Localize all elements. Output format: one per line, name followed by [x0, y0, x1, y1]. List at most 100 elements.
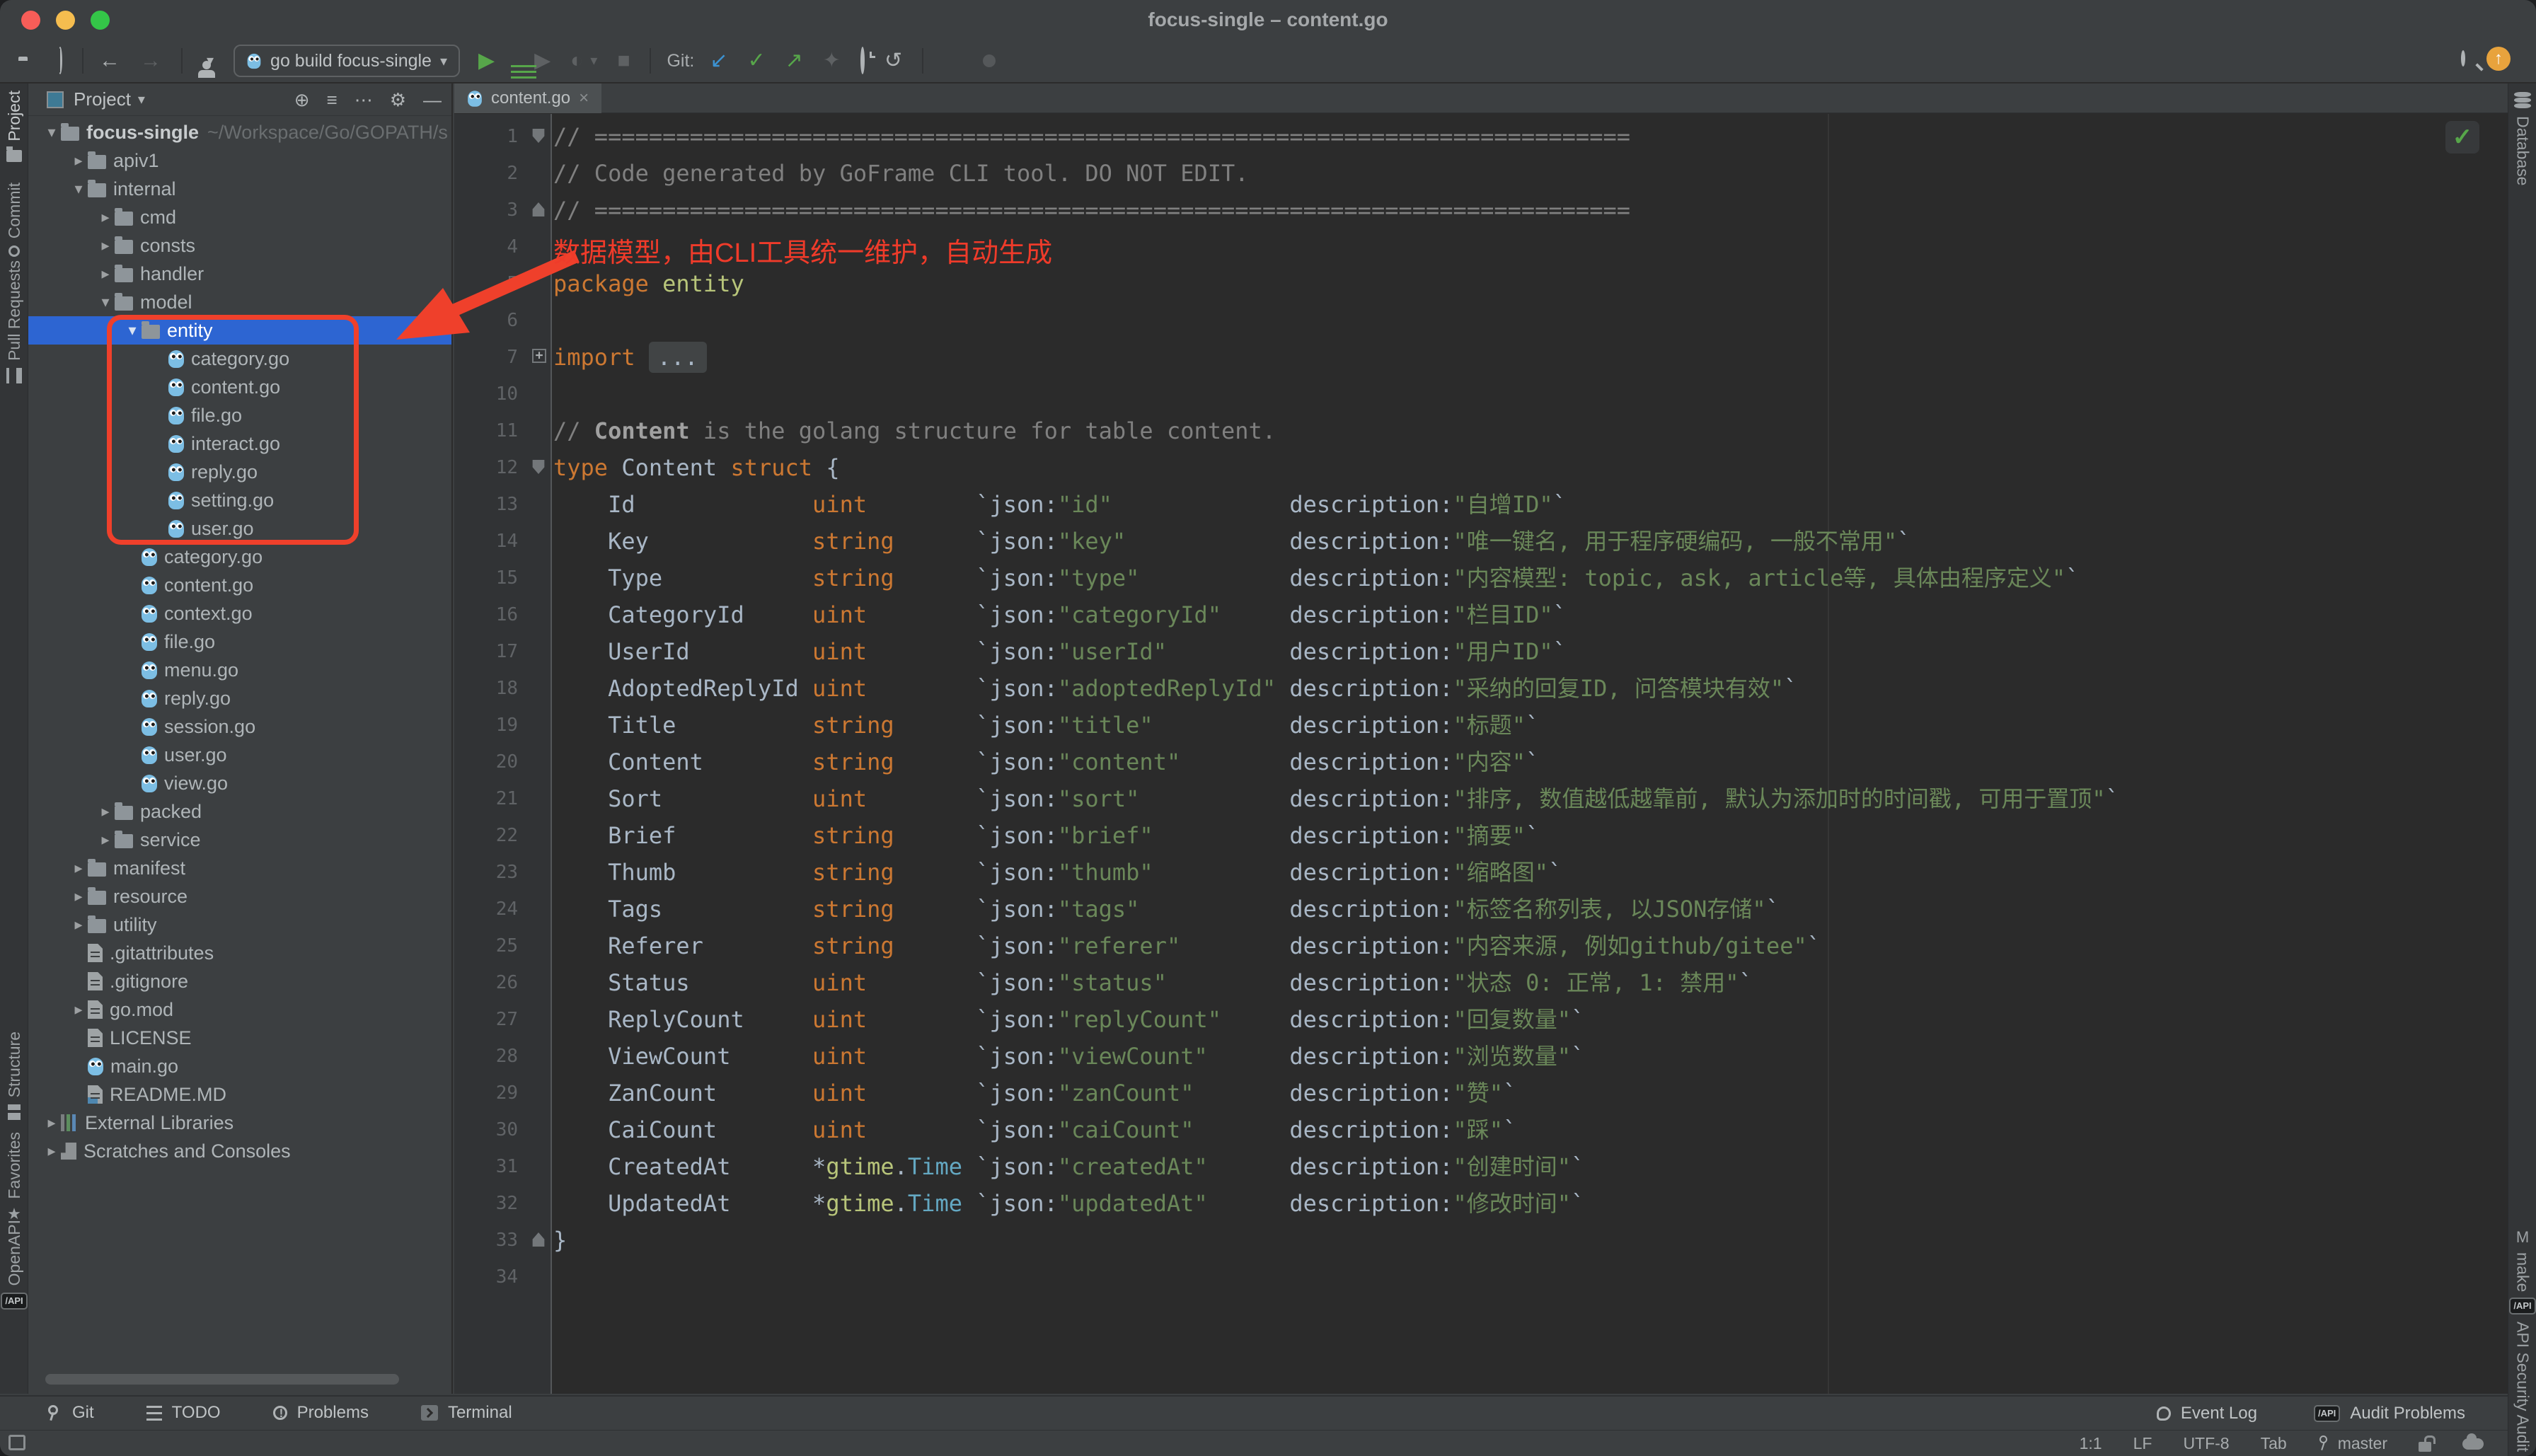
tree-item-category-go[interactable]: category.go — [28, 543, 451, 571]
chevron-expanded-icon[interactable]: ▾ — [123, 321, 142, 340]
tree-item-content-go[interactable]: content.go — [28, 373, 451, 401]
line-number[interactable]: 26 — [454, 964, 551, 1001]
line-number[interactable]: 6 — [454, 302, 551, 339]
editor-gutter[interactable]: 1234567101112131415161718192021222324252… — [454, 114, 552, 1394]
run-coverage-icon[interactable]: ▶ — [534, 50, 551, 71]
toolwindow-button-todo[interactable]: TODO — [146, 1403, 221, 1423]
toolwindow-button-event-log[interactable]: Event Log — [2157, 1404, 2257, 1423]
line-number[interactable]: 14 — [454, 523, 551, 560]
tree-item-cmd[interactable]: ▸cmd — [28, 203, 451, 231]
git-history-icon[interactable] — [860, 50, 865, 71]
indent-style[interactable]: Tab — [2261, 1434, 2287, 1453]
toolwindow-button-audit-problems[interactable]: /APIAudit Problems — [2314, 1404, 2465, 1423]
tree-item-session-go[interactable]: session.go — [28, 712, 451, 741]
line-number[interactable]: 25 — [454, 928, 551, 964]
inspections-ok-icon[interactable]: ✓ — [2445, 121, 2479, 154]
code-line[interactable]: // =====================================… — [553, 192, 2508, 229]
line-number[interactable]: 13 — [454, 486, 551, 523]
tree-item-reply-go[interactable]: reply.go — [28, 684, 451, 712]
tool-stripe-pull-requests[interactable]: Pull Requests — [0, 260, 28, 383]
chevron-down-icon[interactable]: ▾ — [138, 91, 145, 108]
tree-item-consts[interactable]: ▸consts — [28, 231, 451, 260]
git-update-icon[interactable]: ↙ — [710, 50, 727, 71]
fold-marker-icon[interactable] — [531, 460, 546, 474]
run-button[interactable]: ▶ — [478, 50, 495, 71]
code-line[interactable]: import ... — [553, 339, 2508, 376]
code-line[interactable] — [553, 376, 2508, 412]
tree-item-view-go[interactable]: view.go — [28, 769, 451, 797]
tool-stripe-favorites[interactable]: Favorites★ — [0, 1132, 28, 1222]
code-line[interactable]: ReplyCount uint `json:"replyCount" descr… — [553, 1001, 2508, 1038]
tree-item-internal[interactable]: ▾internal — [28, 175, 451, 203]
tree-item-interact-go[interactable]: interact.go — [28, 429, 451, 458]
line-number[interactable]: 22 — [454, 817, 551, 854]
git-push-icon[interactable]: ↗ — [785, 50, 803, 71]
fold-marker-icon[interactable] — [531, 202, 546, 216]
code-line[interactable]: // Content is the golang structure for t… — [553, 412, 2508, 449]
file-encoding[interactable]: UTF-8 — [2183, 1434, 2229, 1453]
tree-item-user-go[interactable]: user.go — [28, 514, 451, 543]
stop-button[interactable]: ■ — [617, 50, 630, 71]
chevron-expanded-icon[interactable]: ▾ — [42, 123, 61, 141]
fold-marker-icon[interactable] — [531, 129, 546, 143]
line-number[interactable]: 16 — [454, 596, 551, 633]
git-rollback-icon[interactable]: ↺ — [884, 50, 902, 71]
chevron-expanded-icon[interactable]: ▾ — [69, 180, 88, 198]
tree-item-file-go[interactable]: file.go — [28, 628, 451, 656]
line-number[interactable]: 34 — [454, 1259, 551, 1295]
code-line[interactable] — [553, 302, 2508, 339]
toolwindow-button-git[interactable]: Git — [45, 1403, 94, 1423]
editor-body[interactable]: 1234567101112131415161718192021222324252… — [454, 114, 2508, 1394]
tree-item-focus-single[interactable]: ▾focus-single~/Workspace/Go/GOPATH/s — [28, 118, 451, 146]
line-number[interactable]: 28 — [454, 1038, 551, 1075]
tree-item-scratches-and-consoles[interactable]: ▸Scratches and Consoles — [28, 1137, 451, 1165]
tree-item-packed[interactable]: ▸packed — [28, 797, 451, 826]
git-commit-icon[interactable]: ✓ — [748, 50, 766, 71]
line-number[interactable]: 12 — [454, 449, 551, 486]
git-cherry-pick-icon[interactable]: ✦ — [823, 50, 841, 71]
horizontal-scrollbar[interactable] — [45, 1374, 399, 1385]
chevron-collapsed-icon[interactable]: ▸ — [42, 1114, 61, 1132]
locate-file-icon[interactable]: ⊕ — [294, 89, 310, 111]
code-line[interactable] — [553, 1259, 2508, 1295]
line-number[interactable]: 23 — [454, 854, 551, 891]
code-line[interactable]: AdoptedReplyId uint `json:"adoptedReplyI… — [553, 670, 2508, 707]
chevron-collapsed-icon[interactable]: ▸ — [96, 208, 115, 226]
hide-panel-icon[interactable]: — — [423, 89, 442, 111]
line-separator[interactable]: LF — [2133, 1434, 2152, 1453]
code-line[interactable]: CategoryId uint `json:"categoryId" descr… — [553, 596, 2508, 633]
tool-stripe-project[interactable]: Project — [0, 91, 28, 163]
chevron-collapsed-icon[interactable]: ▸ — [69, 887, 88, 906]
line-number[interactable]: 31 — [454, 1148, 551, 1185]
code-line[interactable]: package entity — [553, 265, 2508, 302]
tree-item--gitignore[interactable]: .gitignore — [28, 967, 451, 995]
tool-stripe-api-security-audit[interactable]: /APIAPI Security Audit — [2508, 1298, 2536, 1452]
chevron-collapsed-icon[interactable]: ▸ — [69, 859, 88, 877]
line-number[interactable]: 3 — [454, 192, 551, 229]
lock-icon[interactable] — [2419, 1442, 2431, 1452]
line-number[interactable]: 32 — [454, 1185, 551, 1222]
chevron-collapsed-icon[interactable]: ▸ — [96, 265, 115, 283]
code-line[interactable]: // =====================================… — [553, 118, 2508, 155]
code-line[interactable] — [553, 229, 2508, 265]
toolwindow-button-problems[interactable]: Problems — [273, 1403, 369, 1423]
tree-item-license[interactable]: LICENSE — [28, 1024, 451, 1052]
code-line[interactable]: Title string `json:"title" description:"… — [553, 707, 2508, 744]
line-number[interactable]: 10 — [454, 376, 551, 412]
panel-settings-icon[interactable]: ⚙ — [390, 89, 406, 111]
chevron-collapsed-icon[interactable]: ▸ — [69, 1000, 88, 1019]
tree-item--gitattributes[interactable]: .gitattributes — [28, 939, 451, 967]
line-number[interactable]: 7 — [454, 339, 551, 376]
tree-item-content-go[interactable]: content.go — [28, 571, 451, 599]
tree-item-apiv1[interactable]: ▸apiv1 — [28, 146, 451, 175]
tree-item-main-go[interactable]: main.go — [28, 1052, 451, 1080]
line-number[interactable]: 11 — [454, 412, 551, 449]
chevron-collapsed-icon[interactable]: ▸ — [96, 831, 115, 849]
tool-stripe-commit[interactable]: Commit — [0, 183, 28, 257]
tool-stripe-openapi[interactable]: OpenAPI/API — [0, 1220, 28, 1310]
chevron-collapsed-icon[interactable]: ▸ — [96, 802, 115, 821]
tree-item-resource[interactable]: ▸resource — [28, 882, 451, 911]
tool-window-switcher-icon[interactable] — [8, 1435, 25, 1450]
tree-item-category-go[interactable]: category.go — [28, 345, 451, 373]
code-area[interactable]: // =====================================… — [553, 114, 2508, 1394]
